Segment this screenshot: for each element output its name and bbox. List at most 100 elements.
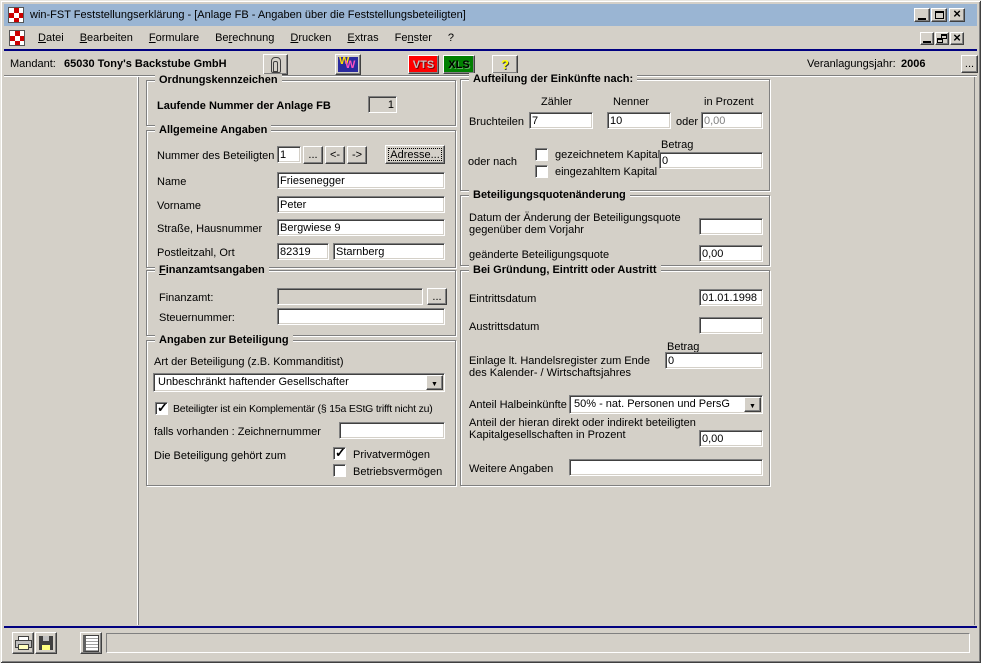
menu-items: Datei Bearbeiten Formulare Berechnung Dr…: [30, 27, 462, 49]
menu-datei[interactable]: Datei: [30, 32, 72, 44]
weitere-angaben-label: Weitere Angaben: [469, 463, 553, 475]
menu-berechnung[interactable]: Berechnung: [207, 32, 282, 44]
group-title: Beteiligungsquotenänderung: [469, 189, 630, 201]
help-button[interactable]: ?: [492, 55, 518, 74]
name-label: Name: [157, 176, 186, 188]
group-title: Finanzamtsangaben: [155, 264, 269, 276]
veranlagungsjahr-more-button[interactable]: ...: [961, 55, 978, 73]
strasse-field[interactable]: [277, 219, 445, 236]
nummer-browse-button[interactable]: ...: [303, 146, 323, 164]
gezeichnetes-kapital-checkbox[interactable]: [535, 148, 548, 161]
anteil-kapges-field[interactable]: [699, 430, 763, 447]
laufende-nummer-field[interactable]: [368, 96, 397, 113]
geaenderte-quote-field[interactable]: [699, 245, 763, 262]
vorname-field[interactable]: [277, 196, 445, 213]
name-field[interactable]: [277, 172, 445, 189]
zeichnernummer-field[interactable]: [339, 422, 445, 439]
veranlagungsjahr-value: 2006: [901, 58, 925, 70]
nummer-beteiligten-field[interactable]: [277, 146, 301, 163]
finanzamt-browse-button[interactable]: ...: [427, 288, 447, 305]
menu-fenster[interactable]: Fenster: [387, 32, 440, 44]
weitere-angaben-field[interactable]: [569, 459, 763, 476]
komplementaer-checkbox[interactable]: [155, 402, 168, 415]
gezeichnetes-kapital-label: gezeichnetem Kapital: [555, 149, 660, 161]
art-beteiligung-dropdown[interactable]: Unbeschränkt haftender Gesellschafter: [153, 373, 445, 392]
plz-ort-label: Postleitzahl, Ort: [157, 247, 235, 259]
eintrittsdatum-label: Eintrittsdatum: [469, 293, 536, 305]
xls-button[interactable]: XLS: [443, 55, 475, 74]
nummer-prev-button[interactable]: <-: [325, 146, 345, 164]
dropdown-button[interactable]: [426, 375, 443, 390]
nummer-beteiligten-label: Nummer des Beteiligten: [157, 150, 274, 162]
maximize-button[interactable]: [931, 8, 947, 22]
statusbar-separator: [4, 626, 977, 628]
menu-extras[interactable]: Extras: [339, 32, 386, 44]
group-title: Angaben zur Beteiligung: [155, 334, 293, 346]
quotenaenderung-datum-field[interactable]: [699, 218, 763, 235]
restore-icon: [937, 34, 947, 43]
einlage-field[interactable]: [665, 352, 763, 369]
prozent-field[interactable]: [701, 112, 763, 129]
menu-formulare[interactable]: Formulare: [141, 32, 207, 44]
strasse-label: Straße, Hausnummer: [157, 223, 262, 235]
laufende-nummer-label: Laufende Nummer der Anlage FB: [157, 100, 331, 112]
close-icon: [953, 33, 961, 45]
nenner-field[interactable]: [607, 112, 671, 129]
nummer-next-button[interactable]: ->: [347, 146, 367, 164]
group-allgemeine-angaben: Allgemeine Angaben Nummer des Beteiligte…: [146, 130, 456, 268]
status-bar: [4, 629, 977, 658]
mdi-close-button[interactable]: [950, 32, 964, 45]
kapital-betrag-field[interactable]: [659, 152, 763, 169]
save-button[interactable]: [35, 632, 57, 654]
prozent-header: in Prozent: [704, 96, 754, 108]
group-aufteilung-einkuenfte: Aufteilung der Einkünfte nach: Zähler Ne…: [460, 79, 770, 191]
menu-drucken[interactable]: Drucken: [282, 32, 339, 44]
minimize-icon: [918, 18, 926, 20]
mdi-restore-button[interactable]: [935, 32, 949, 45]
plz-field[interactable]: [277, 243, 329, 260]
adresse-button[interactable]: Adresse...: [385, 145, 445, 164]
document-icon[interactable]: [9, 30, 25, 46]
komplementaer-label: Beteiligter ist ein Komplementär (§ 15a …: [173, 403, 433, 415]
notes-button[interactable]: [80, 632, 102, 654]
group-title: Aufteilung der Einkünfte nach:: [469, 73, 637, 85]
gehoert-zum-label: Die Beteiligung gehört zum: [154, 450, 286, 462]
zaehler-field[interactable]: [529, 112, 593, 129]
mandant-label: Mandant:: [10, 58, 56, 70]
steuernummer-field[interactable]: [277, 308, 445, 325]
group-beteiligungsquotenaenderung: Beteiligungsquotenänderung Datum der Änd…: [460, 195, 770, 266]
dropdown-button[interactable]: [744, 397, 761, 412]
eingezahltes-kapital-checkbox[interactable]: [535, 165, 548, 178]
workspace-right-edge: [974, 77, 975, 625]
austrittsdatum-field[interactable]: [699, 317, 763, 334]
minimize-button[interactable]: [914, 8, 930, 22]
vorname-label: Vorname: [157, 200, 201, 212]
attachment-button[interactable]: [263, 54, 288, 75]
finanzamt-field[interactable]: [277, 288, 423, 305]
halbeinkuenfte-dropdown[interactable]: 50% - nat. Personen und PersG: [569, 395, 763, 414]
menu-help[interactable]: ?: [440, 32, 462, 44]
betriebsvermoegen-label: Betriebsvermögen: [353, 466, 442, 478]
close-button[interactable]: [949, 8, 965, 22]
ww-button[interactable]: [335, 54, 361, 75]
print-button[interactable]: [12, 632, 34, 654]
left-panel: [4, 77, 139, 625]
application-window: win-FST Feststellungserklärung - [Anlage…: [0, 0, 981, 663]
betrag-label: Betrag: [661, 139, 693, 151]
nach-text: nach: [493, 156, 517, 168]
notebook-icon: [83, 635, 99, 652]
vts-button[interactable]: VTS: [408, 55, 439, 74]
betriebsvermoegen-checkbox[interactable]: [333, 464, 346, 477]
menu-bearbeiten[interactable]: Bearbeiten: [72, 32, 141, 44]
eintrittsdatum-field[interactable]: [699, 289, 763, 306]
veranlagungsjahr-label: Veranlagungsjahr:: [807, 58, 896, 70]
toolbar: Mandant: 65030 Tony's Backstube GmbH VTS…: [4, 51, 977, 75]
ort-field[interactable]: [333, 243, 445, 260]
privatvermoegen-label: Privatvermögen: [353, 449, 430, 461]
mdi-minimize-button[interactable]: [920, 32, 934, 45]
ww-icon: [338, 57, 358, 72]
group-gruendung-eintritt-austritt: Bei Gründung, Eintritt oder Austritt Ein…: [460, 270, 770, 486]
status-field: [106, 633, 970, 653]
privatvermoegen-checkbox[interactable]: [333, 447, 346, 460]
app-icon[interactable]: [8, 7, 24, 23]
